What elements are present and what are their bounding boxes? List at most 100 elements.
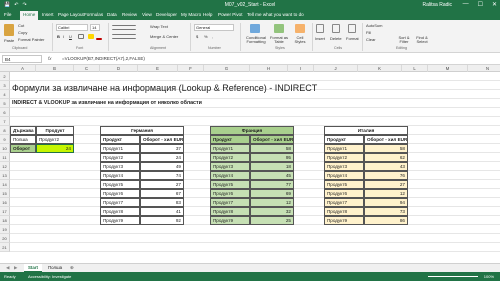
table-cell-product[interactable]: Продукт6 — [324, 189, 364, 198]
table-cell-product[interactable]: Продукт2 — [324, 153, 364, 162]
formula-input[interactable]: =VLOOKUP(B7,INDIRECT(A7),2,FALSE) — [62, 56, 145, 61]
maximize-button[interactable]: ☐ — [478, 1, 483, 8]
font-size-select[interactable]: 14 — [90, 24, 100, 31]
row-header[interactable]: 12 — [0, 162, 10, 171]
table-cell-value[interactable]: 49 — [140, 162, 184, 171]
sheet-tab-poland[interactable]: Полша — [44, 264, 66, 272]
table-cell-product[interactable]: Продукт4 — [324, 171, 364, 180]
table-cell-product[interactable]: Продукт4 — [210, 171, 250, 180]
row-header[interactable]: 6 — [0, 108, 10, 117]
table-cell-product[interactable]: Продукт4 — [100, 171, 140, 180]
underline-button[interactable]: U — [69, 34, 72, 39]
row-header[interactable]: 3 — [0, 81, 10, 90]
result-value[interactable]: 24 — [36, 144, 74, 153]
sheet-subtitle[interactable]: INDIRECT & VLOOKUP за извличане на инфор… — [12, 100, 202, 106]
paste-button[interactable]: Paste — [4, 38, 14, 43]
tab-help[interactable]: Help — [203, 12, 212, 17]
column-header[interactable]: M — [428, 65, 468, 72]
font-color-icon[interactable] — [96, 38, 102, 40]
column-header[interactable]: E — [138, 65, 178, 72]
row-header[interactable]: 16 — [0, 198, 10, 207]
row-header[interactable]: 10 — [0, 144, 10, 153]
format-as-table-button[interactable]: Format as Table — [269, 35, 289, 45]
sheet-tab-start[interactable]: Start — [24, 264, 43, 272]
zoom-level[interactable]: 100% — [484, 272, 494, 281]
table-cell-value[interactable]: 27 — [364, 180, 408, 189]
table-cell-product[interactable]: Продукт8 — [324, 207, 364, 216]
font-name-select[interactable]: Calibri — [56, 24, 88, 31]
merge-center-button[interactable]: Merge & Center — [150, 34, 178, 39]
cell-styles-icon[interactable] — [295, 24, 305, 33]
table-cell-product[interactable]: Продукт5 — [100, 180, 140, 189]
table-cell-value[interactable]: 18 — [250, 162, 294, 171]
conditional-formatting-icon[interactable] — [250, 24, 260, 33]
accessibility-status[interactable]: Accessibility: Investigate — [28, 272, 71, 281]
format-cells-button[interactable]: Format — [346, 36, 359, 41]
row-header[interactable]: 8 — [0, 126, 10, 135]
column-header[interactable]: G — [204, 65, 250, 72]
scroll-right-icon[interactable]: ▶ — [10, 264, 21, 272]
table-cell-product[interactable]: Продукт8 — [210, 207, 250, 216]
table-cell-product[interactable]: Продукт7 — [100, 198, 140, 207]
tab-view[interactable]: View — [142, 12, 152, 17]
align-lines-icon[interactable] — [112, 25, 136, 30]
column-header[interactable]: H — [250, 65, 288, 72]
row-header[interactable]: 7 — [0, 117, 10, 126]
table-cell-value[interactable]: 86 — [364, 216, 408, 225]
table-cell-value[interactable]: 94 — [364, 198, 408, 207]
result-label[interactable]: Оборот — [10, 144, 36, 153]
table-cell-value[interactable]: 95 — [250, 153, 294, 162]
table-cell-product[interactable]: Продукт1 — [100, 144, 140, 153]
table-title[interactable]: Германия — [100, 126, 184, 135]
row-header[interactable]: 9 — [0, 135, 10, 144]
tab-developer[interactable]: Developer — [156, 12, 177, 17]
table-cell-product[interactable]: Продукт7 — [210, 198, 250, 207]
table-col-header[interactable]: Продукт — [100, 135, 140, 144]
tell-me-search[interactable]: Tell me what you want to do — [247, 12, 304, 17]
product-value[interactable]: Продукт2 — [36, 135, 74, 144]
column-header[interactable]: C — [74, 65, 100, 72]
format-cells-icon[interactable] — [348, 24, 356, 33]
row-header[interactable]: 11 — [0, 153, 10, 162]
row-header[interactable]: 2 — [0, 72, 10, 81]
delete-cells-icon[interactable] — [332, 24, 340, 33]
bold-button[interactable]: B — [57, 34, 60, 39]
table-cell-value[interactable]: 43 — [364, 162, 408, 171]
tab-power-pivot[interactable]: Power Pivot — [218, 12, 243, 17]
tab-file[interactable]: File — [4, 12, 11, 17]
tab-page-layout[interactable]: Page Layout — [58, 12, 84, 17]
sheet-title[interactable]: Формули за извличане на информация (Look… — [12, 83, 317, 93]
table-col-header[interactable]: Оборот - хил EUR — [364, 135, 408, 144]
table-cell-value[interactable]: 58 — [364, 144, 408, 153]
table-cell-value[interactable]: 27 — [140, 180, 184, 189]
row-header[interactable]: 4 — [0, 90, 10, 99]
tab-formulas[interactable]: Formulas — [84, 12, 103, 17]
row-header[interactable]: 21 — [0, 243, 10, 252]
column-header[interactable]: N — [468, 65, 500, 72]
tab-review[interactable]: Review — [122, 12, 137, 17]
insert-cells-icon[interactable] — [316, 24, 324, 33]
clear-button[interactable]: Clear — [366, 37, 376, 42]
add-sheet-icon[interactable]: ⊕ — [66, 264, 78, 272]
table-cell-value[interactable]: 12 — [250, 198, 294, 207]
currency-button[interactable]: $ — [196, 34, 198, 39]
name-box[interactable]: B4 — [2, 55, 42, 63]
tab-home[interactable]: Home — [20, 11, 39, 20]
tab-insert[interactable]: Insert — [42, 12, 54, 17]
cut-button[interactable]: Cut — [18, 23, 24, 28]
header-country[interactable]: Държава — [10, 126, 36, 135]
table-cell-product[interactable]: Продукт9 — [100, 216, 140, 225]
zoom-slider[interactable] — [428, 276, 478, 277]
percent-button[interactable]: % — [204, 34, 208, 39]
column-header[interactable]: B — [36, 65, 74, 72]
align-center-icon[interactable] — [112, 34, 136, 39]
column-header[interactable]: I — [288, 65, 314, 72]
paste-icon[interactable] — [4, 24, 14, 36]
row-header[interactable]: 5 — [0, 99, 10, 108]
table-cell-value[interactable]: 37 — [140, 144, 184, 153]
table-cell-product[interactable]: Продукт9 — [210, 216, 250, 225]
row-header[interactable]: 17 — [0, 207, 10, 216]
column-header[interactable]: J — [314, 65, 358, 72]
table-cell-value[interactable]: 62 — [364, 153, 408, 162]
comma-button[interactable]: , — [212, 34, 213, 39]
